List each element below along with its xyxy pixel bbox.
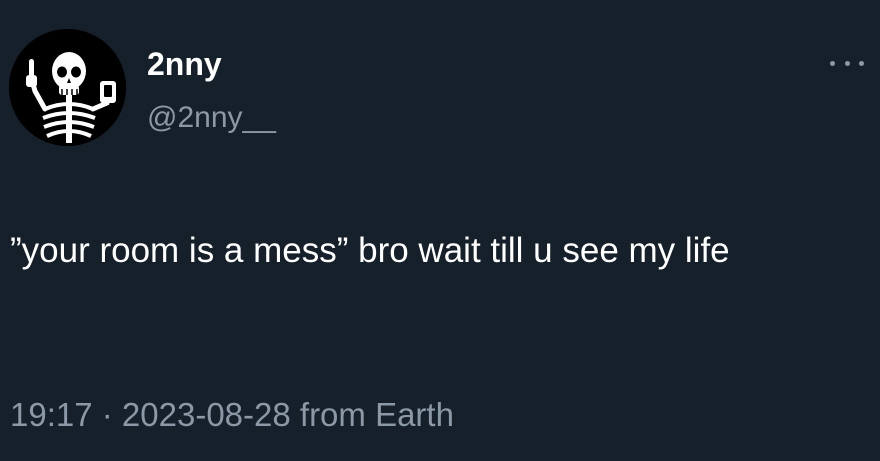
tweet-date[interactable]: 2023-08-28 bbox=[122, 396, 291, 433]
author-handle[interactable]: @2nny__ bbox=[147, 100, 276, 136]
more-dot bbox=[859, 60, 864, 66]
tweet-time[interactable]: 19:17 bbox=[10, 396, 93, 433]
skeleton-avatar-icon bbox=[9, 29, 126, 146]
tweet-text: ”your room is a mess” bro wait till u se… bbox=[10, 231, 730, 270]
tweet-meta: 19:17 · 2023-08-28 from Earth bbox=[10, 395, 454, 435]
more-options-icon[interactable] bbox=[830, 52, 864, 74]
more-dot bbox=[830, 60, 835, 66]
tweet-source: from Earth bbox=[290, 396, 454, 433]
author-display-name[interactable]: 2nny bbox=[147, 44, 222, 84]
more-dot bbox=[844, 60, 850, 66]
tweet-card: 2nny @2nny__ ”your room is a mess” bro w… bbox=[0, 0, 880, 461]
avatar[interactable] bbox=[9, 29, 126, 146]
meta-separator: · bbox=[92, 396, 122, 433]
